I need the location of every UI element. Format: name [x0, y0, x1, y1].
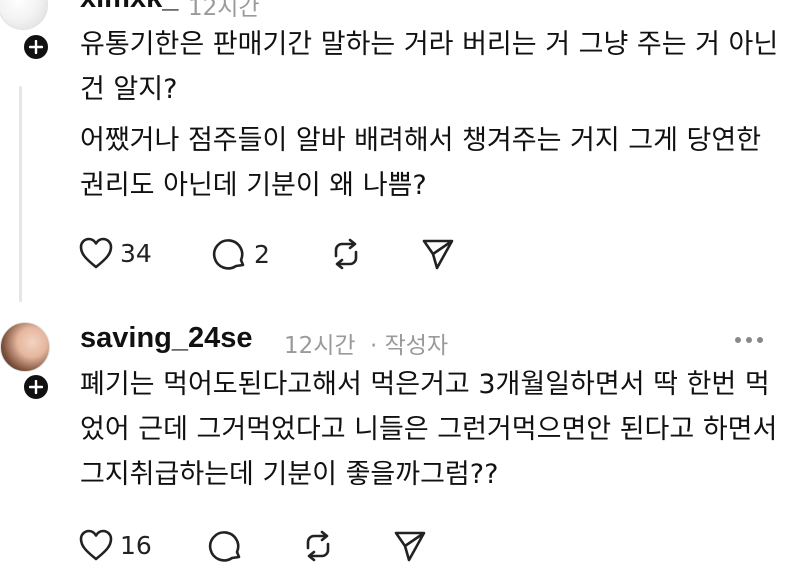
username[interactable]: saving_24se	[80, 322, 253, 355]
repost-button[interactable]	[300, 528, 336, 564]
follow-plus-button[interactable]	[21, 32, 51, 62]
repost-button[interactable]	[328, 236, 364, 272]
more-icon	[735, 337, 741, 343]
username[interactable]: ximxk_	[80, 0, 178, 15]
comment-icon	[208, 531, 241, 562]
timestamp: 12시간	[188, 0, 260, 21]
like-button[interactable]: 16	[78, 528, 152, 562]
comment-text: 폐기는 먹어도된다고해서 먹은거고 3개월일하면서 딱 한번 먹었어 근데 그거…	[80, 369, 778, 490]
repost-icon	[334, 238, 358, 270]
send-icon	[394, 531, 426, 562]
send-icon	[422, 239, 454, 270]
follow-plus-button[interactable]	[21, 372, 51, 402]
reply-count: 2	[254, 239, 270, 269]
more-options-button[interactable]	[735, 337, 763, 343]
plus-icon	[29, 380, 43, 394]
heart-icon	[79, 237, 113, 269]
comment-text: 어쨌거나 점주들이 알바 배려해서 챙겨주는 거지 그게 당연한 권리도 아닌데…	[80, 125, 762, 201]
repost-icon	[306, 530, 330, 562]
share-button[interactable]	[420, 236, 456, 272]
share-button[interactable]	[392, 528, 428, 564]
reply-button[interactable]	[208, 528, 244, 564]
like-button[interactable]: 34	[78, 236, 152, 270]
author-tag: · 작성자	[370, 333, 449, 359]
plus-icon	[29, 40, 43, 54]
like-count: 16	[120, 530, 152, 560]
avatar[interactable]	[0, 322, 50, 372]
comment-icon	[212, 239, 245, 270]
like-count: 34	[120, 238, 152, 268]
thread-line	[19, 86, 22, 302]
avatar[interactable]	[0, 0, 48, 30]
comment-text: 유통기한은 판매기간 말하는 거라 버리는 거 그냥 주는 거 아닌 건 알지?	[80, 29, 779, 105]
heart-icon	[79, 529, 113, 561]
timestamp: 12시간	[284, 333, 356, 359]
reply-button[interactable]: 2	[212, 236, 270, 272]
